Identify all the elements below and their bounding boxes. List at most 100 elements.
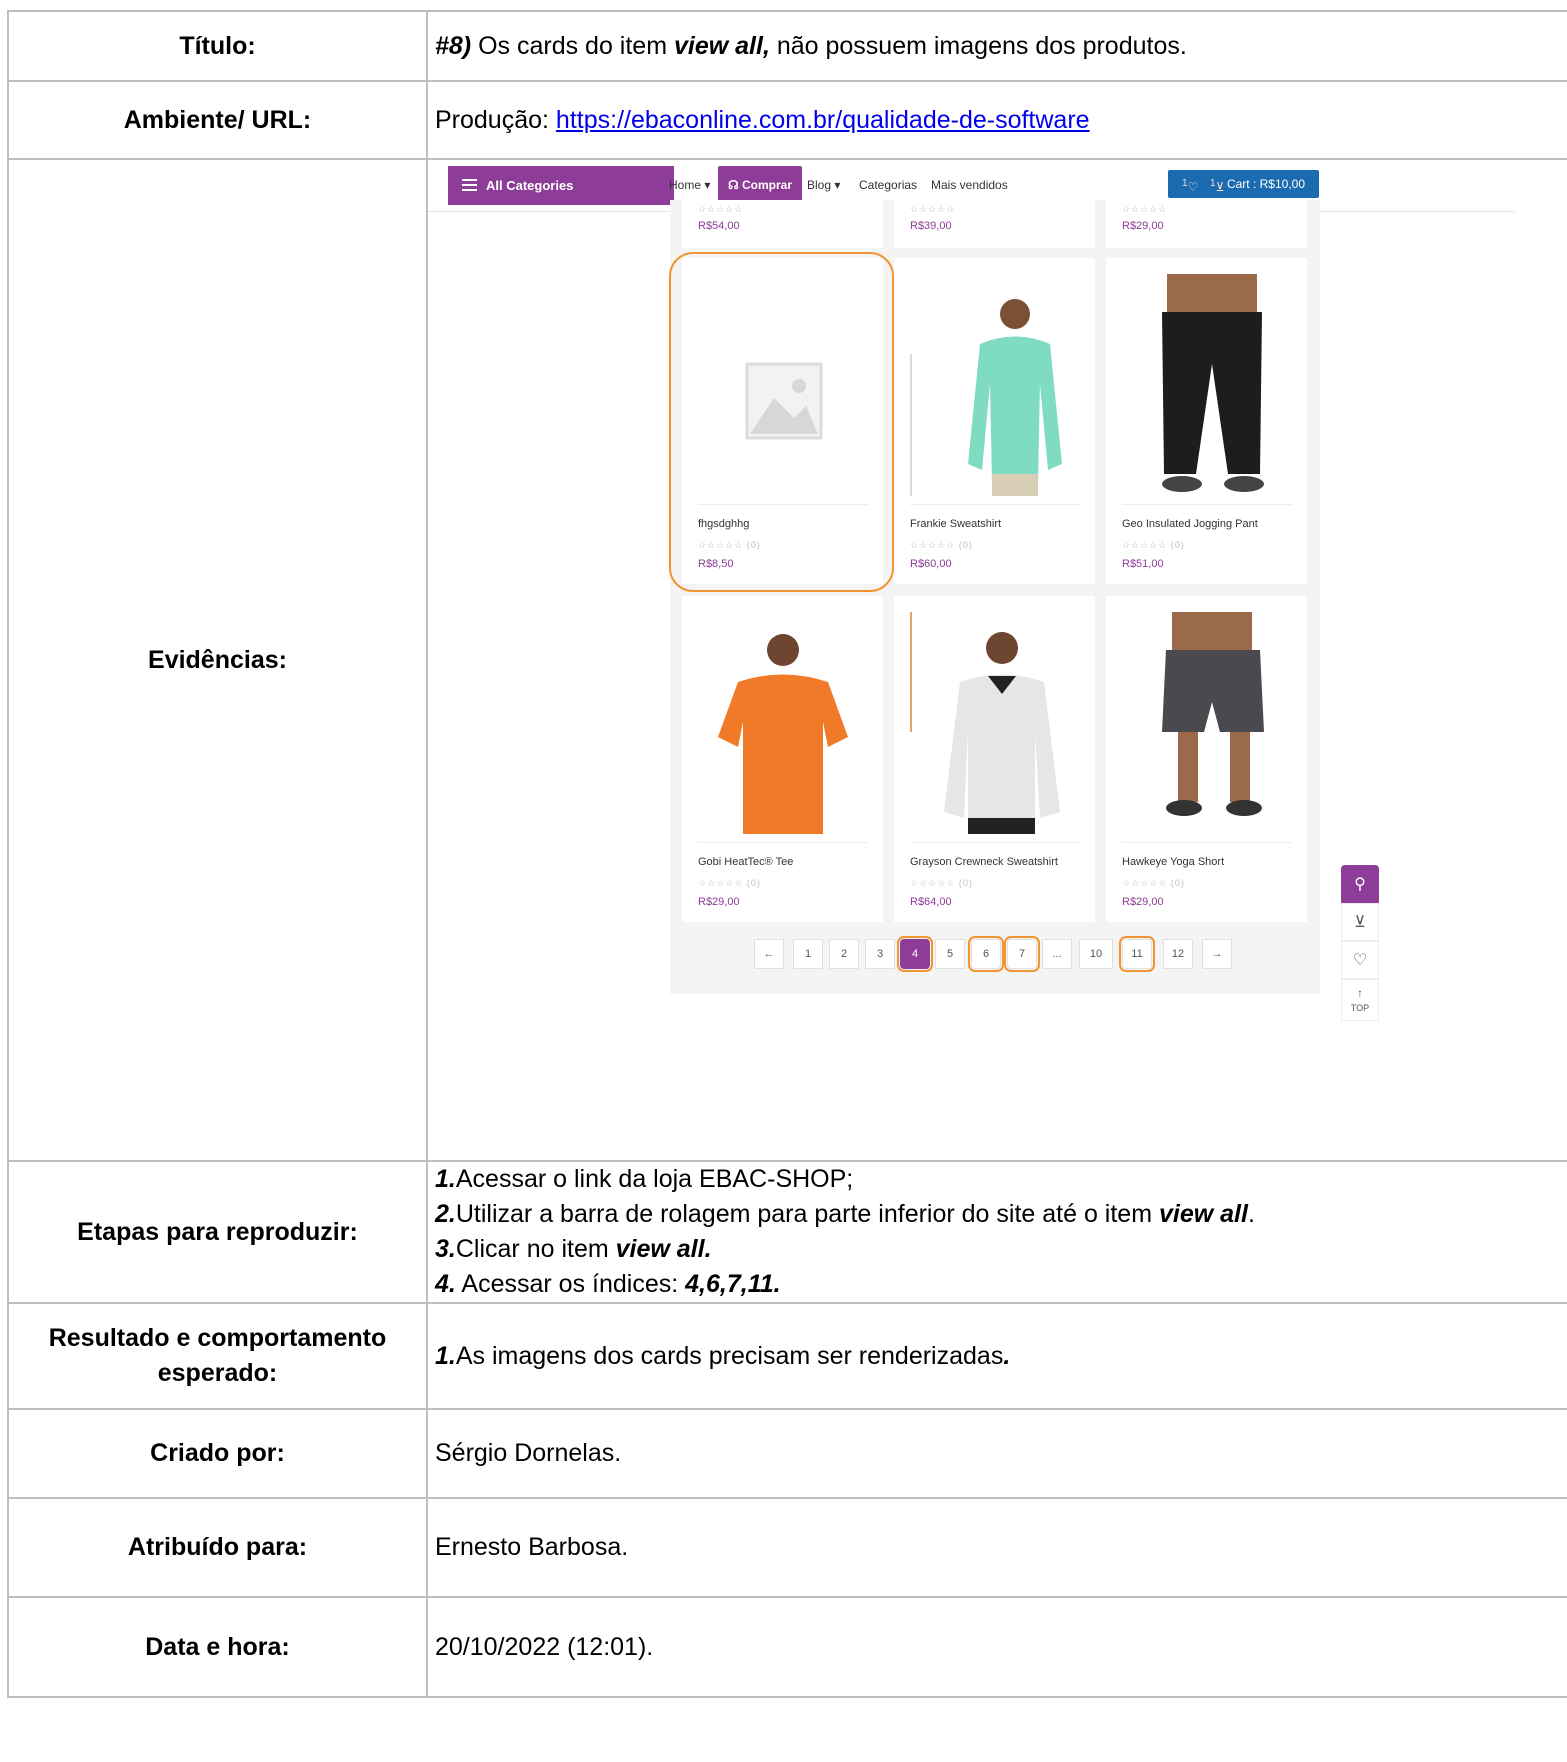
all-categories-label: All Categories — [486, 178, 574, 193]
titulo-text1: Os cards do item — [471, 31, 674, 60]
cart-icon[interactable]: ⊻ — [1341, 903, 1379, 941]
rating-stars: ☆☆☆☆☆ — [1122, 204, 1168, 214]
step-number: 1. — [435, 1165, 456, 1193]
rating-stars: ☆☆☆☆☆ — [698, 204, 744, 214]
back-to-top-button[interactable]: ↑ TOP — [1341, 979, 1379, 1021]
product-price: R$29,00 — [1122, 220, 1164, 232]
pagination-page-4[interactable]: 4 — [897, 936, 933, 972]
pagination-page-12[interactable]: 12 — [1163, 939, 1193, 969]
ambiente-value: Produção: https://ebaconline.com.br/qual… — [426, 80, 1567, 160]
product-card[interactable]: Hawkeye Yoga Short ☆☆☆☆☆ (0) R$29,00 — [1106, 596, 1307, 922]
titulo-prefix: #8) — [435, 31, 472, 60]
ambiente-prefix: Produção: — [435, 105, 556, 134]
step-text: Clicar no item — [455, 1235, 616, 1263]
pagination-prev[interactable]: ← — [754, 939, 784, 969]
hamburger-icon — [462, 179, 477, 191]
all-categories-button[interactable]: All Categories — [448, 166, 674, 205]
rating-stars: ☆☆☆☆☆ (0) — [910, 878, 973, 888]
product-price: R$29,00 — [698, 896, 740, 908]
product-name[interactable]: Gobi HeatTec® Tee — [698, 856, 793, 868]
card-divider — [1122, 842, 1292, 843]
rating-stars: ☆☆☆☆☆ (0) — [698, 878, 761, 888]
cart-count: 1 — [1210, 178, 1216, 189]
product-image[interactable] — [910, 612, 1080, 834]
ambiente-url-link[interactable]: https://ebaconline.com.br/qualidade-de-s… — [556, 106, 1090, 134]
data-label: Data e hora: — [7, 1596, 428, 1698]
product-card[interactable]: Frankie Sweatshirt ☆☆☆☆☆ (0) R$60,00 — [894, 258, 1095, 584]
rating-stars: ☆☆☆☆☆ (0) — [1122, 878, 1185, 888]
headset-icon: ☊ — [728, 178, 742, 192]
arrow-up-icon: ↑ — [1357, 986, 1363, 1000]
product-price: R$60,00 — [910, 558, 952, 570]
card-divider — [910, 842, 1080, 843]
nav-comprar-label: Comprar — [742, 178, 793, 192]
criado-value: Sérgio Dornelas. — [426, 1408, 1567, 1499]
step-emphasis: 4,6,7,11. — [685, 1270, 781, 1298]
product-card-partial[interactable]: ☆☆☆☆☆ R$29,00 — [1106, 200, 1307, 248]
resultado-number: 1. — [435, 1341, 456, 1370]
pagination-page-3[interactable]: 3 — [865, 939, 895, 969]
pagination-page-1[interactable]: 1 — [793, 939, 823, 969]
product-name[interactable]: Geo Insulated Jogging Pant — [1122, 518, 1258, 530]
product-price: R$39,00 — [910, 220, 952, 232]
titulo-text2: não possuem imagens dos produtos. — [769, 31, 1187, 60]
pagination-page-10[interactable]: 10 — [1079, 939, 1113, 969]
etapas-value: 1.Acessar o link da loja EBAC-SHOP; 2.Ut… — [426, 1160, 1567, 1304]
pagination-page-2[interactable]: 2 — [829, 939, 859, 969]
product-price: R$29,00 — [1122, 896, 1164, 908]
product-image[interactable] — [1122, 274, 1292, 496]
pagination-page-6[interactable]: 6 — [968, 936, 1004, 972]
step-tail: . — [1247, 1200, 1255, 1228]
row-resultado: Resultado e comportamento esperado: 1.As… — [7, 1302, 1567, 1410]
product-name[interactable]: Hawkeye Yoga Short — [1122, 856, 1224, 868]
product-price: R$54,00 — [698, 220, 740, 232]
data-value: 20/10/2022 (12:01). — [426, 1596, 1567, 1698]
product-name[interactable]: Grayson Crewneck Sweatshirt — [910, 856, 1058, 868]
bug-report-table: Título: #8) Os cards do item view all, n… — [7, 10, 1567, 1698]
atribuido-label: Atribuído para: — [7, 1497, 428, 1598]
card-divider — [910, 504, 1080, 505]
product-image[interactable] — [910, 274, 1080, 496]
evidencias-label: Evidências: — [7, 158, 428, 1162]
pagination-page-7[interactable]: 7 — [1004, 936, 1040, 972]
pagination-page-11[interactable]: 11 — [1119, 936, 1155, 972]
step-text: Utilizar a barra de rolagem para parte i… — [455, 1200, 1159, 1228]
step-text: Acessar os índices: — [455, 1270, 686, 1298]
atribuido-value: Ernesto Barbosa. — [426, 1497, 1567, 1598]
product-card[interactable]: Grayson Crewneck Sweatshirt ☆☆☆☆☆ (0) R$… — [894, 596, 1095, 922]
pagination-ellipsis: ... — [1042, 939, 1072, 969]
step-text: Acessar o link da loja EBAC-SHOP; — [455, 1165, 854, 1193]
resultado-value: 1.As imagens dos cards precisam ser rend… — [426, 1302, 1567, 1410]
row-data: Data e hora: 20/10/2022 (12:01). — [7, 1596, 1567, 1698]
titulo-em: view all, — [674, 31, 770, 60]
wishlist-count: 1 — [1182, 178, 1188, 189]
pagination-page-5[interactable]: 5 — [935, 939, 965, 969]
product-card-partial[interactable]: ☆☆☆☆☆ R$54,00 — [682, 200, 883, 248]
product-card[interactable]: Gobi HeatTec® Tee ☆☆☆☆☆ (0) R$29,00 — [682, 596, 883, 922]
row-titulo: Título: #8) Os cards do item view all, n… — [7, 10, 1567, 82]
heart-icon[interactable]: ♡ — [1341, 941, 1379, 979]
cart-button[interactable]: 1♡ 1⊻ Cart : R$10,00 — [1168, 170, 1319, 198]
card-divider — [698, 842, 868, 843]
pagination-next[interactable]: → — [1202, 939, 1232, 969]
product-card-partial[interactable]: ☆☆☆☆☆ R$39,00 — [894, 200, 1095, 248]
row-criado: Criado por: Sérgio Dornelas. — [7, 1408, 1567, 1499]
criado-label: Criado por: — [7, 1408, 428, 1499]
step-emphasis: view all. — [615, 1235, 712, 1263]
rating-stars: ☆☆☆☆☆ (0) — [1122, 540, 1185, 550]
row-atribuido: Atribuído para: Ernesto Barbosa. — [7, 1497, 1567, 1598]
search-icon[interactable]: ⚲ — [1341, 865, 1379, 903]
product-price: R$64,00 — [910, 896, 952, 908]
row-etapas: Etapas para reproduzir: 1.Acessar o link… — [7, 1160, 1567, 1304]
product-card[interactable]: Geo Insulated Jogging Pant ☆☆☆☆☆ (0) R$5… — [1106, 258, 1307, 584]
rating-stars: ☆☆☆☆☆ — [910, 204, 956, 214]
product-name[interactable]: Frankie Sweatshirt — [910, 518, 1001, 530]
resultado-tail: . — [1003, 1341, 1011, 1370]
row-ambiente: Ambiente/ URL: Produção: https://ebaconl… — [7, 80, 1567, 160]
titulo-label: Título: — [7, 10, 428, 82]
product-image[interactable] — [698, 612, 868, 834]
product-image[interactable] — [1122, 612, 1292, 834]
resultado-text: As imagens dos cards precisam ser render… — [455, 1341, 1004, 1370]
step-number: 4. — [435, 1270, 456, 1298]
ambiente-label: Ambiente/ URL: — [7, 80, 428, 160]
